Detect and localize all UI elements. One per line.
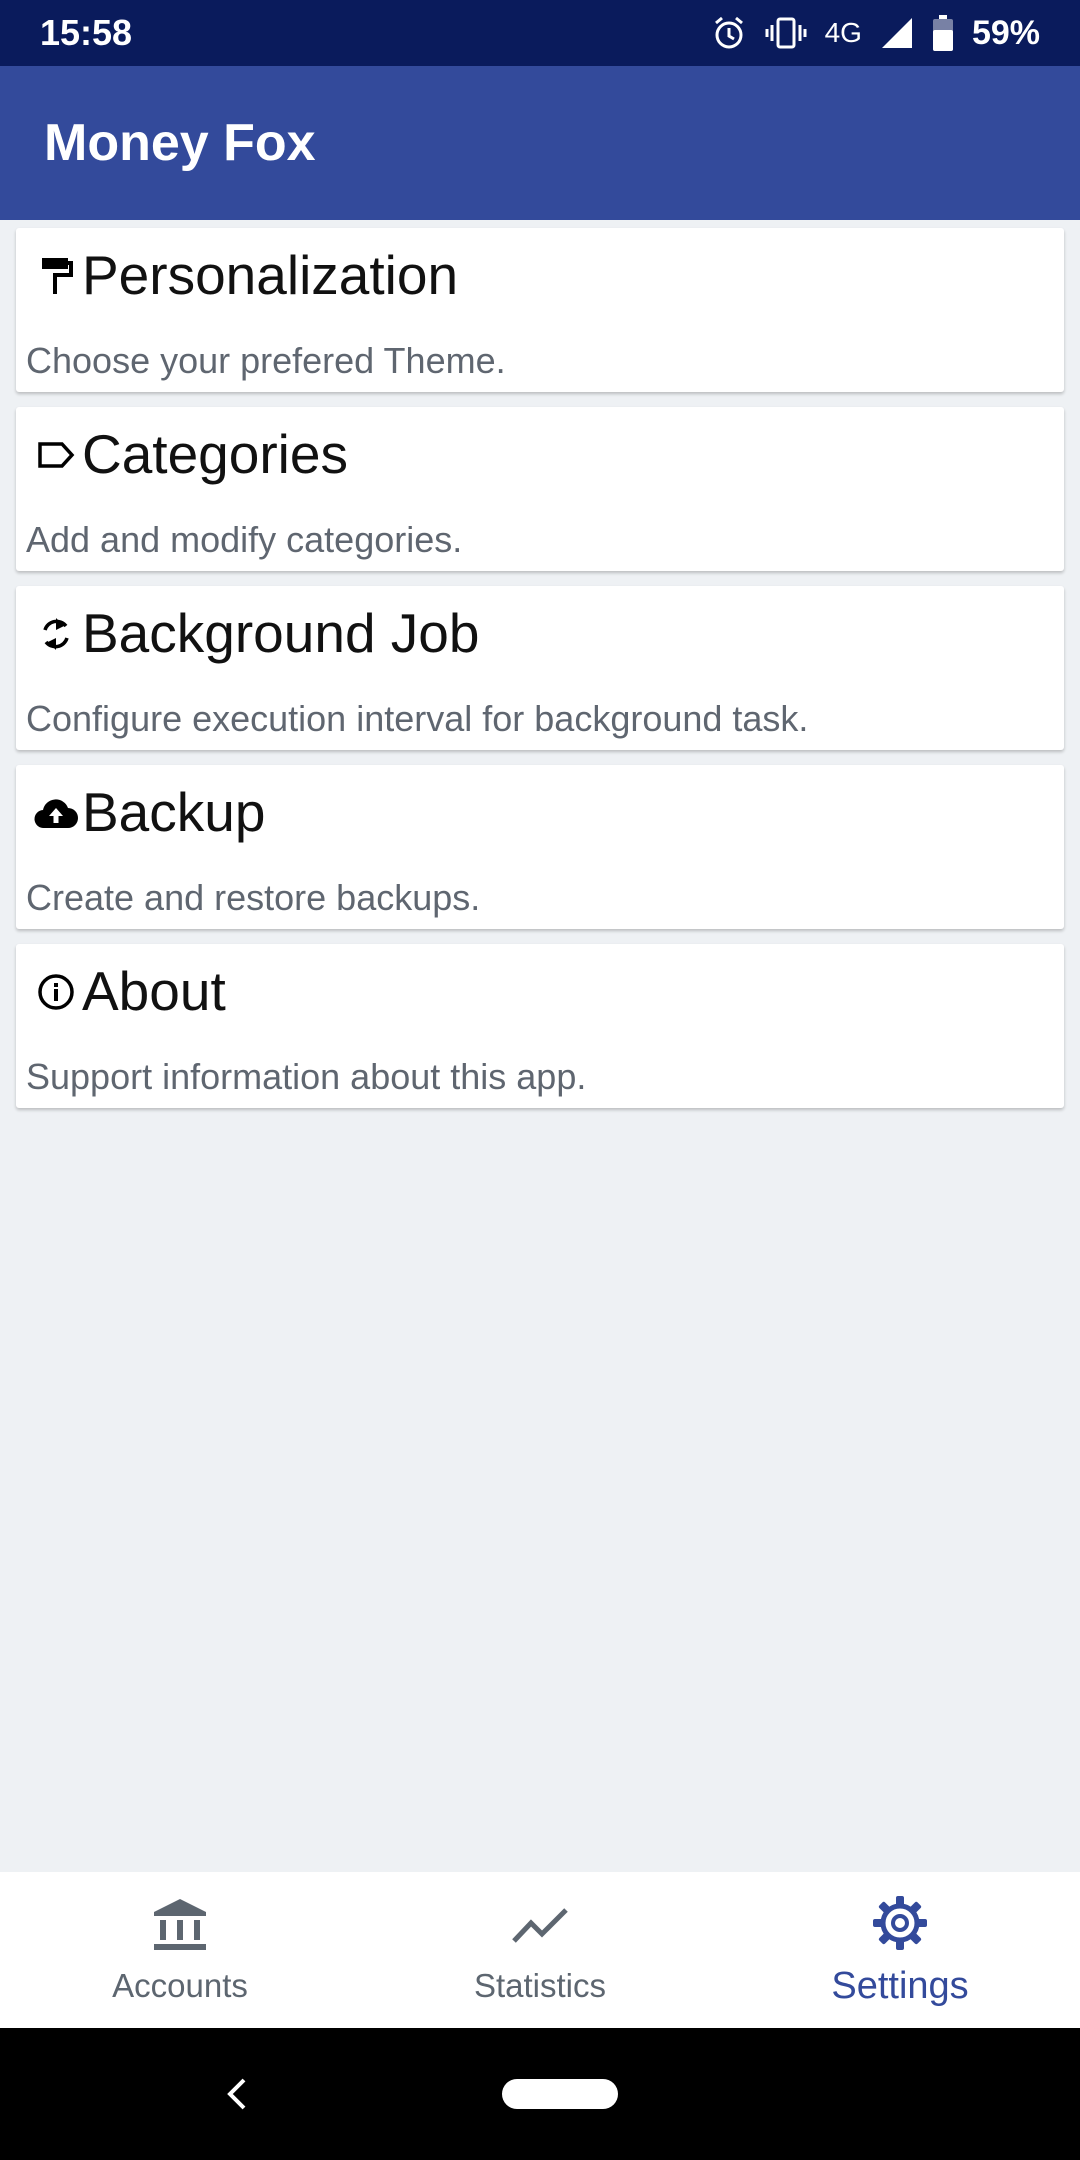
settings-item-title: Personalization (82, 244, 459, 306)
nav-label: Statistics (473, 1967, 607, 2004)
signal-icon (880, 16, 914, 50)
status-bar: 15:58 4G 59% (0, 0, 1080, 66)
battery-icon (932, 15, 954, 51)
network-type: 4G (824, 17, 862, 48)
settings-list: Personalization Choose your prefered The… (16, 228, 1064, 1123)
settings-item-subtitle: Configure execution interval for backgro… (26, 698, 809, 739)
system-nav-bar (0, 2028, 1080, 2160)
home-button[interactable] (502, 2079, 618, 2109)
nav-label: Settings (831, 1964, 969, 2007)
nav-settings[interactable]: Settings (720, 1872, 1080, 2028)
app-title: Money Fox (44, 114, 316, 172)
nav-label: Accounts (112, 1967, 248, 2004)
settings-item-subtitle: Support information about this app. (26, 1056, 587, 1097)
app-screen: 15:58 4G 59% Money Fox Personalization C… (0, 0, 1080, 2160)
settings-item-categories[interactable]: Categories Add and modify categories. (16, 407, 1064, 571)
settings-item-title: Backup (82, 781, 266, 843)
bank-icon (151, 1895, 209, 1955)
nav-accounts[interactable]: Accounts (0, 1872, 360, 2028)
label-icon (32, 431, 80, 479)
paint-roller-icon (32, 252, 80, 300)
settings-item-subtitle: Choose your prefered Theme. (26, 340, 506, 381)
alarm-icon (711, 15, 747, 51)
settings-item-personalization[interactable]: Personalization Choose your prefered The… (16, 228, 1064, 392)
bottom-nav: Accounts Statistics Settings (0, 1872, 1080, 2028)
vibrate-icon (765, 15, 807, 51)
settings-item-subtitle: Add and modify categories. (26, 519, 463, 560)
settings-item-backup[interactable]: Backup Create and restore backups. (16, 765, 1064, 929)
battery-level: 59% (971, 13, 1040, 52)
settings-item-about[interactable]: About Support information about this app… (16, 944, 1064, 1108)
status-time: 15:58 (40, 12, 133, 53)
settings-item-title: Categories (82, 423, 348, 485)
info-icon (32, 968, 80, 1016)
gear-icon (871, 1893, 929, 1953)
sync-icon (32, 610, 80, 658)
app-bar: Money Fox (0, 66, 1080, 220)
settings-item-title: Background Job (82, 602, 480, 664)
settings-item-background-job[interactable]: Background Job Configure execution inter… (16, 586, 1064, 750)
status-icons: 4G 59% (711, 14, 1040, 53)
settings-item-subtitle: Create and restore backups. (26, 877, 481, 918)
back-icon[interactable] (222, 2076, 252, 2112)
trending-icon (511, 1895, 569, 1955)
cloud-upload-icon (32, 789, 80, 837)
nav-statistics[interactable]: Statistics (360, 1872, 720, 2028)
settings-item-title: About (82, 960, 226, 1022)
